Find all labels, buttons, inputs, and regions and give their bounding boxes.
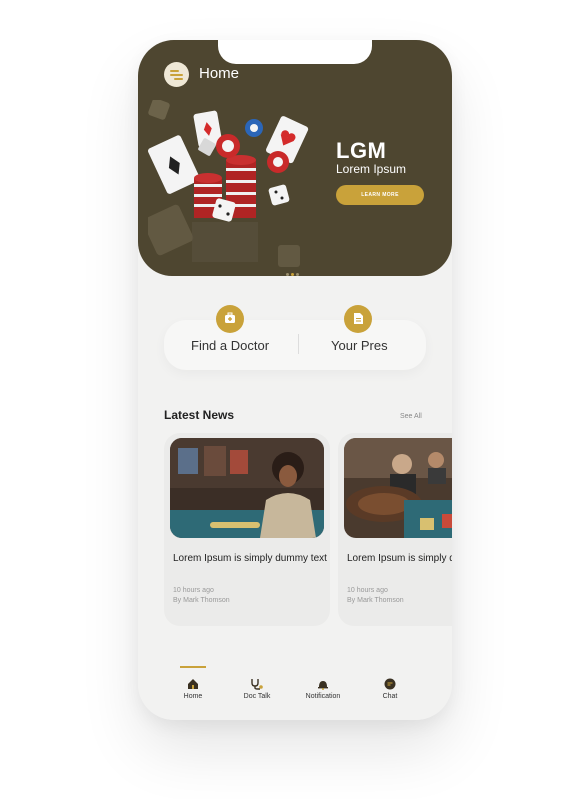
nav-home[interactable]: Home (163, 678, 223, 700)
nav-notification[interactable]: Notification (293, 678, 353, 700)
nav-label: Chat (382, 693, 398, 700)
first-aid-icon[interactable] (216, 305, 244, 333)
document-icon[interactable] (344, 305, 372, 333)
nav-label: Doc Talk (243, 693, 271, 700)
phone-notch (218, 40, 372, 64)
home-icon (188, 679, 198, 689)
divider (298, 334, 299, 354)
menu-icon[interactable] (164, 62, 189, 87)
stethoscope-icon (251, 679, 263, 690)
nav-chat[interactable]: Chat (360, 678, 420, 700)
phone-frame: Home LGM Lorem Ipsum LEARN MORE Find a D… (138, 40, 452, 720)
casino-chips-cards-illustration (148, 100, 309, 267)
hero-banner: Home LGM Lorem Ipsum LEARN MORE (138, 40, 452, 276)
find-doctor-button[interactable]: Find a Doctor (191, 338, 269, 353)
nav-doc-talk[interactable]: Doc Talk (227, 678, 287, 700)
hero-subtitle: Lorem Ipsum (336, 162, 407, 176)
nav-label: Notification (305, 693, 341, 700)
see-all-link[interactable]: See All (400, 413, 422, 420)
nav-active-indicator (180, 666, 206, 668)
page-title: Home (199, 65, 240, 82)
section-heading: Latest News (164, 408, 235, 422)
nav-label: Home (183, 693, 203, 700)
news-card[interactable]: Lorem Ipsum is simply dummy text of the … (164, 433, 330, 626)
carousel-dot[interactable] (286, 273, 289, 276)
carousel-dot-active[interactable] (291, 273, 294, 276)
carousel-indicator (286, 263, 301, 276)
news-title: Lorem Ipsum is simply dummy text of the … (173, 553, 330, 564)
news-image (344, 438, 452, 538)
brand-title: LGM (336, 138, 387, 163)
your-prescriptions-button[interactable]: Your Pres (331, 338, 388, 353)
news-time: 10 hours ago (173, 587, 214, 594)
news-author: By Mark Thomson (347, 597, 404, 604)
news-card[interactable]: Lorem Ipsum is simply dummy text of the … (338, 433, 452, 626)
news-image (170, 438, 324, 538)
carousel-dot[interactable] (296, 273, 299, 276)
news-title: Lorem Ipsum is simply dummy text of the … (347, 553, 452, 564)
bell-icon (318, 681, 328, 690)
news-author: By Mark Thomson (173, 597, 230, 604)
learn-more-button[interactable]: LEARN MORE (336, 185, 424, 205)
news-time: 10 hours ago (347, 587, 388, 594)
chat-icon (384, 678, 396, 690)
